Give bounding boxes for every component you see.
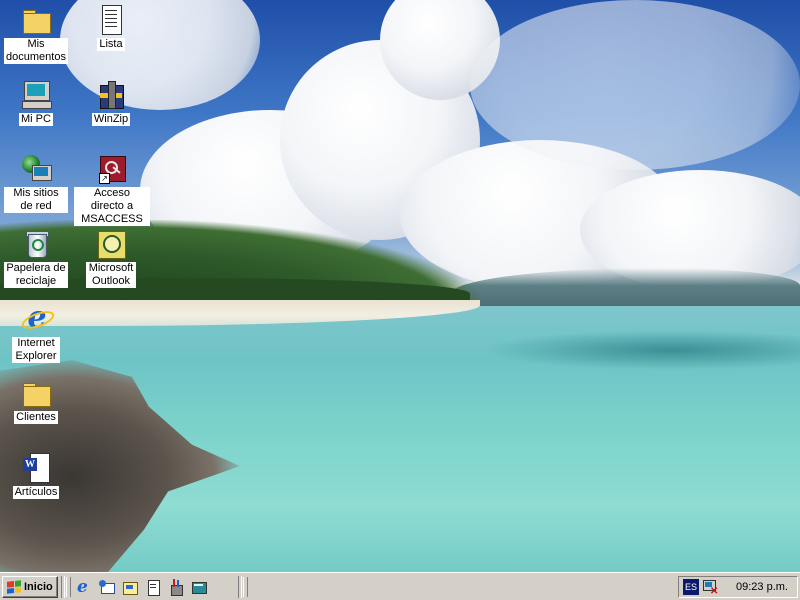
tools-icon xyxy=(168,579,184,596)
windows-logo-icon xyxy=(7,580,21,594)
taskbar-separator xyxy=(61,576,65,598)
desktop-icon-clientes[interactable]: Clientes xyxy=(2,377,70,424)
folder-icon xyxy=(20,377,52,409)
quicklaunch-notepad[interactable] xyxy=(144,578,162,596)
desktop-icon-acceso-directo-msaccess[interactable]: ↗ Acceso directo a MSACCESS xyxy=(74,153,150,226)
desktop-icon-label: Internet Explorer xyxy=(12,337,60,363)
text-document-icon xyxy=(95,4,127,36)
taskbar-clock[interactable]: 09:23 p.m. xyxy=(731,577,793,597)
desktop-icon-papelera-de-reciclaje[interactable]: Papelera de reciclaje xyxy=(2,228,70,288)
desktop-icon-label: Clientes xyxy=(14,411,58,424)
toolbar-grip[interactable] xyxy=(66,577,71,597)
desktop-icon-label: Artículos xyxy=(12,486,60,499)
start-button[interactable]: Inicio xyxy=(2,576,58,598)
show-desktop-icon xyxy=(122,579,138,595)
start-button-label: Inicio xyxy=(24,581,53,593)
quicklaunch-channels[interactable] xyxy=(190,578,208,596)
desktop-icon-label: Acceso directo a MSACCESS xyxy=(74,187,150,226)
outlook-icon xyxy=(95,228,127,260)
msaccess-shortcut-icon: ↗ xyxy=(96,153,128,185)
quicklaunch-tools[interactable] xyxy=(167,578,185,596)
recycle-bin-icon xyxy=(20,228,52,260)
internet-explorer-icon: e xyxy=(77,577,88,597)
winzip-icon xyxy=(95,79,127,111)
outlook-express-icon xyxy=(99,579,115,595)
language-indicator[interactable]: ES xyxy=(683,579,699,595)
quicklaunch-outlook-express[interactable] xyxy=(98,578,116,596)
internet-explorer-icon: e xyxy=(19,303,57,335)
desktop-icon-label: WinZip xyxy=(91,113,131,126)
wallpaper-cloud xyxy=(470,0,800,170)
desktop-icon-label: Mis documentos xyxy=(4,38,68,64)
wallpaper-sea xyxy=(480,330,800,370)
word-document-icon: W xyxy=(20,452,52,484)
desktop-icon-internet-explorer[interactable]: e Internet Explorer xyxy=(2,303,70,363)
quicklaunch-show-desktop[interactable] xyxy=(121,578,139,596)
network-places-icon xyxy=(20,153,52,185)
network-disconnected-icon[interactable]: ✕ xyxy=(702,579,718,597)
desktop-icon-label: Papelera de reciclaje xyxy=(4,262,68,288)
taskbar: Inicio e ES ✕ 09:23 p.m. xyxy=(0,572,800,600)
my-computer-icon xyxy=(20,79,52,111)
desktop-icon-microsoft-outlook[interactable]: Microsoft Outlook xyxy=(77,228,145,288)
system-tray: ES ✕ 09:23 p.m. xyxy=(678,576,798,598)
my-documents-folder-icon xyxy=(20,4,52,36)
notepad-icon xyxy=(145,579,161,596)
desktop-icon-label: Microsoft Outlook xyxy=(86,262,136,288)
desktop-icon-label: Mi PC xyxy=(19,113,53,126)
desktop[interactable]: Mis documentos Lista Mi PC WinZip Mis si… xyxy=(0,0,800,572)
desktop-icon-label: Mis sitios de red xyxy=(4,187,68,213)
taskbar-separator xyxy=(238,576,242,598)
channels-icon xyxy=(191,579,207,595)
desktop-icon-mi-pc[interactable]: Mi PC xyxy=(2,79,70,126)
desktop-icon-winzip[interactable]: WinZip xyxy=(77,79,145,126)
desktop-icon-mis-sitios-de-red[interactable]: Mis sitios de red xyxy=(2,153,70,213)
desktop-icon-mis-documentos[interactable]: Mis documentos xyxy=(2,4,70,64)
desktop-icon-label: Lista xyxy=(97,38,125,51)
desktop-icon-articulos[interactable]: W Artículos xyxy=(2,452,70,499)
quicklaunch-internet-explorer[interactable]: e xyxy=(75,577,93,597)
toolbar-grip[interactable] xyxy=(243,577,248,597)
desktop-icon-lista[interactable]: Lista xyxy=(77,4,145,51)
